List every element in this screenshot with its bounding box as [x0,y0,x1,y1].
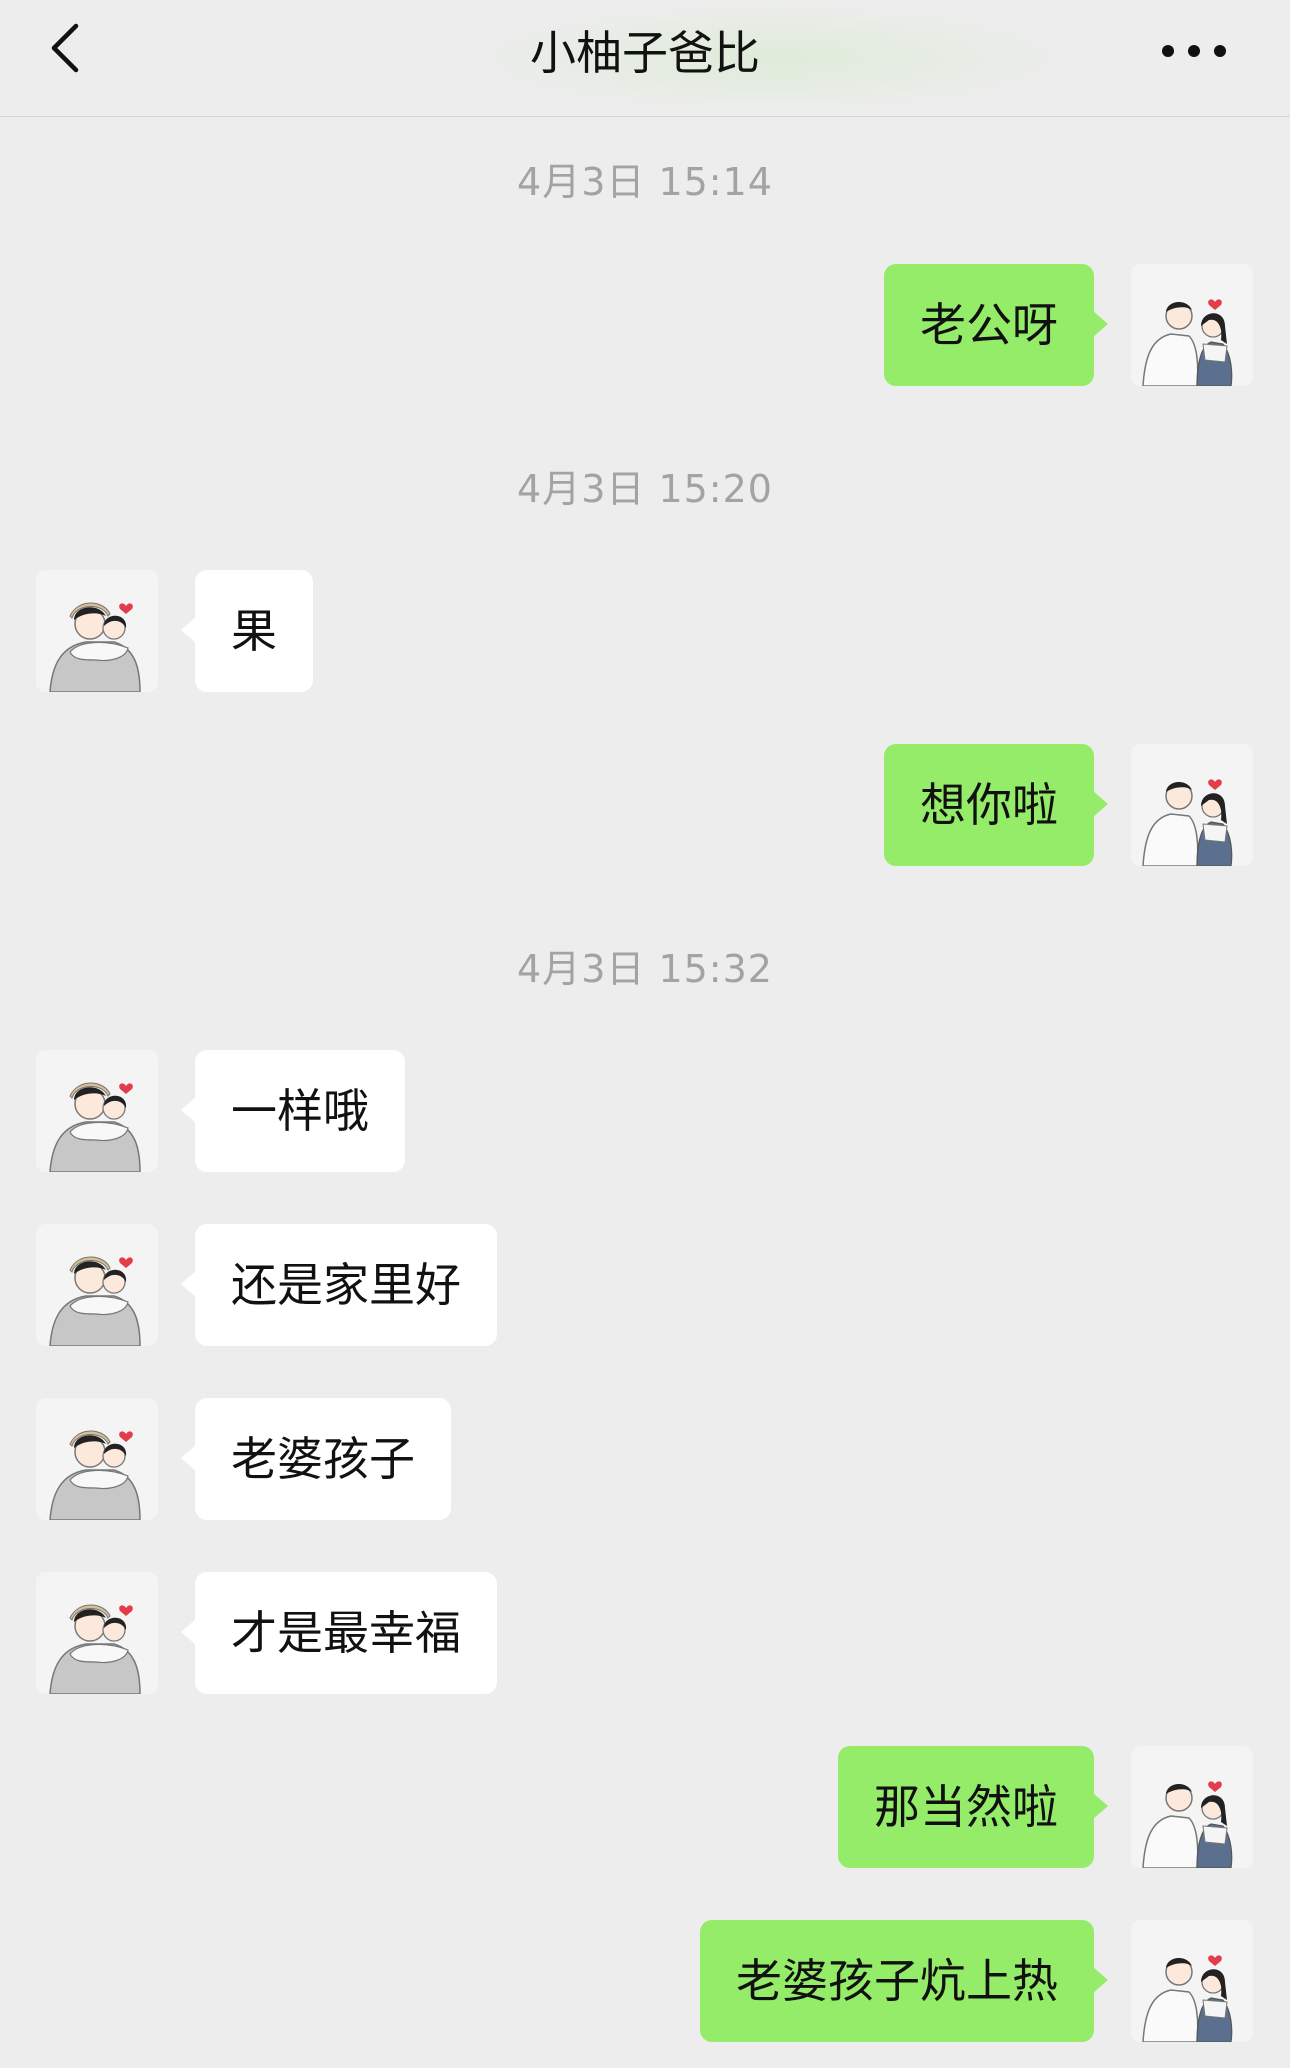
message-bubble-sent[interactable]: 老婆孩子炕上热 [700,1920,1108,2042]
self-avatar-icon [1131,1746,1253,1868]
more-button[interactable] [1154,36,1234,66]
contact-avatar-icon [36,1572,158,1694]
avatar[interactable] [1131,1746,1253,1868]
avatar[interactable] [36,1572,158,1694]
message-timestamp: 4月3日 15:32 [517,947,773,991]
self-avatar-icon [1131,264,1253,386]
message-bubble-received[interactable]: 还是家里好 [181,1224,497,1346]
self-avatar-icon [1131,1920,1253,2042]
message-bubble-received[interactable]: 才是最幸福 [181,1572,497,1694]
contact-avatar-icon [36,1050,158,1172]
message-bubble-received[interactable]: 一样哦 [181,1050,405,1172]
avatar[interactable] [1131,1920,1253,2042]
avatar[interactable] [36,1050,158,1172]
contact-avatar-icon [36,1224,158,1346]
contact-avatar-icon [36,570,158,692]
contact-avatar-icon [36,1398,158,1520]
chat-header: 小柚子爸比 [0,0,1290,117]
avatar[interactable] [36,570,158,692]
chat-title: 小柚子爸比 [530,26,760,80]
message-bubble-sent[interactable]: 想你啦 [884,744,1108,866]
avatar[interactable] [1131,264,1253,386]
message-timestamp: 4月3日 15:14 [517,160,773,204]
avatar[interactable] [1131,744,1253,866]
self-avatar-icon [1131,744,1253,866]
avatar[interactable] [36,1398,158,1520]
message-bubble-received[interactable]: 果 [181,570,313,692]
message-bubble-sent[interactable]: 老公呀 [884,264,1108,386]
message-timestamp: 4月3日 15:20 [517,467,773,511]
message-bubble-received[interactable]: 老婆孩子 [181,1398,451,1520]
more-dots-icon [1162,45,1226,57]
avatar[interactable] [36,1224,158,1346]
message-bubble-sent[interactable]: 那当然啦 [838,1746,1108,1868]
